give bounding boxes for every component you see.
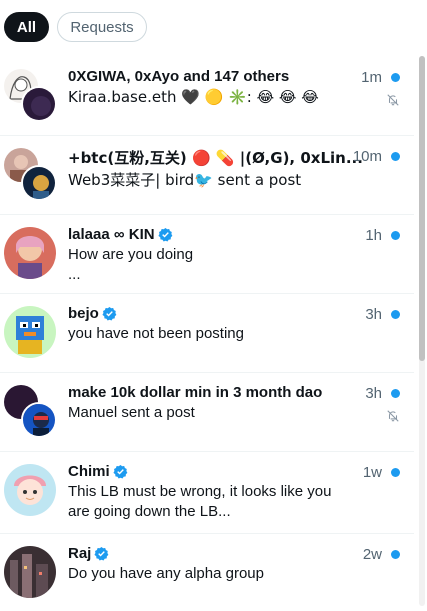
timestamp: 1m <box>361 69 382 86</box>
unread-dot <box>391 231 400 240</box>
verified-badge-icon <box>113 464 128 479</box>
avatar <box>4 306 56 358</box>
conversation-name: make 10k dollar min in 3 month dao <box>68 384 323 401</box>
scrollbar[interactable] <box>419 56 425 606</box>
timestamp: 1w <box>362 464 382 481</box>
last-message: Kiraa.base.eth 🖤 🟡 ✳️: 😂 😂 😂 <box>68 88 319 106</box>
conversation-list: 0XGIWA, 0xAyo and 147 others Kiraa.base.… <box>0 57 414 611</box>
conversation-item[interactable]: bejo you have not been posting 3h <box>0 294 414 373</box>
conversation-name: +btc(互粉,互关) 🔴 💊 |(Ø,G), 0xLin... <box>68 149 363 167</box>
scrollbar-thumb[interactable] <box>419 56 425 361</box>
last-message: How are you doing <box>68 246 194 263</box>
conversation-item[interactable]: +btc(互粉,互关) 🔴 💊 |(Ø,G), 0xLin... Web3菜菜子… <box>0 136 414 215</box>
pixel-avatar <box>4 306 56 358</box>
muted-bell-icon <box>387 94 399 106</box>
verified-badge-icon <box>102 306 117 321</box>
unread-dot <box>391 550 400 559</box>
conversation-name: lalaaa ∞ KIN <box>68 226 155 243</box>
group-avatar <box>4 148 57 201</box>
conversation-name: Chimi <box>68 463 110 480</box>
last-message: you have not been posting <box>68 325 244 342</box>
inbox-tabs: All Requests <box>4 12 147 42</box>
anime-avatar <box>4 464 56 516</box>
unread-dot <box>391 152 400 161</box>
avatar <box>21 86 57 122</box>
last-message-continued: ... <box>68 266 81 283</box>
last-message: Do you have any alpha group <box>68 565 264 582</box>
verified-badge-icon <box>94 546 109 561</box>
conversation-name: Raj <box>68 545 92 562</box>
timestamp: 1h <box>365 227 382 244</box>
group-avatar <box>4 69 57 122</box>
tab-requests[interactable]: Requests <box>57 12 147 42</box>
conversation-item[interactable]: make 10k dollar min in 3 month dao Manue… <box>0 373 414 452</box>
unread-dot <box>391 468 400 477</box>
conversation-item[interactable]: lalaaa ∞ KIN How are you doing ... 1h <box>0 215 414 294</box>
last-message: Manuel sent a post <box>68 404 195 421</box>
unread-dot <box>391 73 400 82</box>
conversation-item[interactable]: 0XGIWA, 0xAyo and 147 others Kiraa.base.… <box>0 57 414 136</box>
avatar <box>4 464 56 516</box>
unread-dot <box>391 389 400 398</box>
conversation-name: 0XGIWA, 0xAyo and 147 others <box>68 68 290 85</box>
last-message-continued: are going down the LB... <box>68 503 231 520</box>
conversation-name: bejo <box>68 305 99 322</box>
avatar <box>21 402 57 438</box>
tab-all[interactable]: All <box>4 12 49 42</box>
user-avatar <box>4 227 56 279</box>
muted-bell-icon <box>387 410 399 422</box>
unread-dot <box>391 310 400 319</box>
city-avatar <box>4 546 56 598</box>
timestamp: 3h <box>365 306 382 323</box>
verified-badge-icon <box>158 227 172 242</box>
timestamp: 3h <box>365 385 382 402</box>
conversation-item[interactable]: Chimi This LB must be wrong, it looks li… <box>0 452 414 534</box>
group-avatar <box>4 385 57 438</box>
conversation-item[interactable]: Raj Do you have any alpha group 2w <box>0 534 414 611</box>
avatar <box>4 546 56 598</box>
avatar <box>4 227 56 279</box>
timestamp: 10m <box>352 148 382 165</box>
avatar <box>21 165 57 201</box>
timestamp: 2w <box>362 546 382 563</box>
last-message: Web3菜菜子| bird🐦 sent a post <box>68 171 302 189</box>
last-message: This LB must be wrong, it looks like you <box>68 483 332 500</box>
